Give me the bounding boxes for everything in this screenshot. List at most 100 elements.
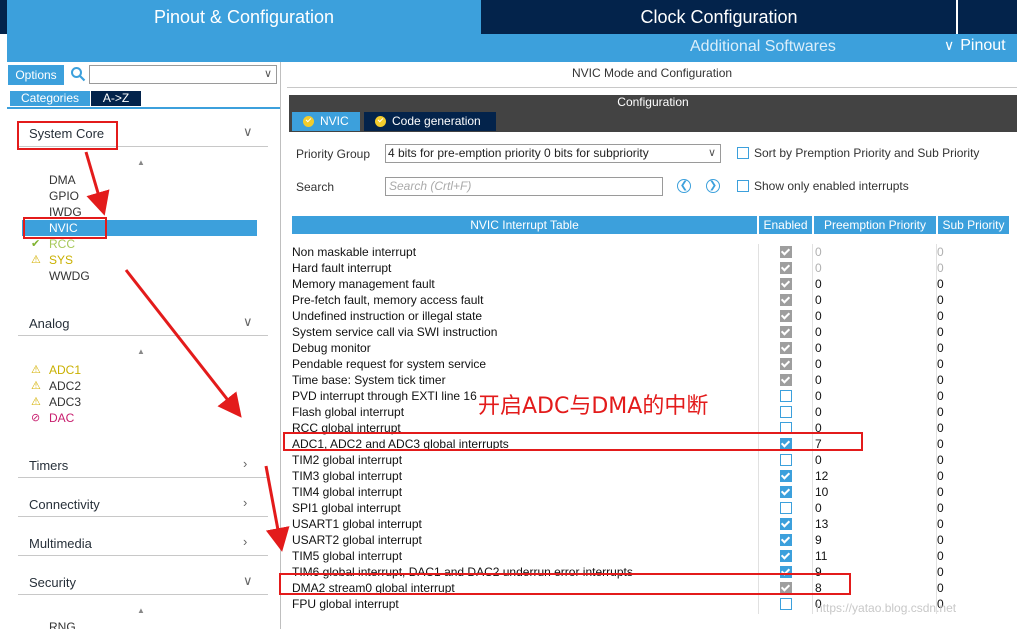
scroll-up-icon[interactable]: ▲ [137, 347, 145, 356]
preemption-priority-cell[interactable]: 0 [815, 405, 822, 419]
chevron-right-icon[interactable]: › [243, 456, 247, 471]
sub-priority-cell[interactable]: 0 [937, 309, 944, 323]
sub-priority-cell[interactable]: 0 [937, 517, 944, 531]
scroll-up-icon[interactable]: ▲ [137, 606, 145, 615]
enabled-checkbox[interactable] [780, 486, 792, 498]
enabled-checkbox[interactable] [780, 598, 792, 610]
enabled-checkbox[interactable] [780, 406, 792, 418]
sidebar-item-rcc[interactable]: RCC [49, 237, 75, 251]
search-icon[interactable] [70, 66, 86, 82]
group-divider [18, 335, 268, 336]
preemption-priority-cell[interactable]: 0 [815, 501, 822, 515]
categories-tab[interactable]: Categories [10, 91, 90, 106]
sidebar-item-adc1[interactable]: ADC1 [49, 363, 81, 377]
enabled-checkbox[interactable] [780, 518, 792, 530]
group-timers[interactable]: Timers [29, 458, 68, 473]
sub-priority-cell[interactable]: 0 [937, 437, 944, 451]
tab-nvic[interactable]: NVIC [292, 112, 360, 131]
search-next-icon[interactable]: ❯ [706, 179, 720, 193]
priority-group-select[interactable]: 4 bits for pre-emption priority 0 bits f… [385, 144, 721, 163]
sort-priority-checkbox[interactable] [737, 147, 749, 159]
sub-priority-cell[interactable]: 0 [937, 261, 944, 275]
sub-priority-cell[interactable]: 0 [937, 341, 944, 355]
additional-softwares-button[interactable]: Additional Softwares [690, 38, 836, 56]
sidebar-item-adc2[interactable]: ADC2 [49, 379, 81, 393]
sub-priority-cell[interactable]: 0 [937, 533, 944, 547]
enabled-checkbox[interactable] [780, 390, 792, 402]
pinout-menu[interactable]: ∨ Pinout [944, 37, 1006, 55]
enabled-checkbox[interactable] [780, 534, 792, 546]
sub-priority-cell[interactable]: 0 [937, 501, 944, 515]
tab-pinout-configuration[interactable]: Pinout & Configuration [7, 0, 481, 34]
preemption-priority-cell[interactable]: 0 [815, 389, 822, 403]
enabled-checkbox[interactable] [780, 550, 792, 562]
show-enabled-checkbox[interactable] [737, 180, 749, 192]
sub-priority-cell[interactable]: 0 [937, 325, 944, 339]
search-previous-icon[interactable]: ❮ [677, 179, 691, 193]
column-header-sub-priority[interactable]: Sub Priority [938, 216, 1009, 234]
preemption-priority-cell[interactable]: 0 [815, 357, 822, 371]
sub-priority-cell[interactable]: 0 [937, 245, 944, 259]
group-connectivity[interactable]: Connectivity [29, 497, 100, 512]
sub-priority-cell[interactable]: 0 [937, 405, 944, 419]
sidebar-item-rng[interactable]: RNG [49, 620, 76, 629]
sub-priority-cell[interactable]: 0 [937, 357, 944, 371]
preemption-priority-cell[interactable]: 0 [815, 293, 822, 307]
preemption-priority-cell[interactable]: 10 [815, 485, 828, 499]
sidebar-item-dac[interactable]: DAC [49, 411, 74, 425]
preemption-priority-cell[interactable]: 0 [815, 261, 822, 275]
filter-combo[interactable]: ∨ [89, 65, 277, 84]
a-to-z-tab[interactable]: A->Z [91, 91, 141, 106]
sub-priority-cell[interactable]: 0 [937, 389, 944, 403]
preemption-priority-cell[interactable]: 13 [815, 517, 828, 531]
preemption-priority-cell[interactable]: 0 [815, 277, 822, 291]
preemption-priority-cell[interactable]: 0 [815, 373, 822, 387]
enabled-checkbox[interactable] [780, 454, 792, 466]
sub-priority-cell[interactable]: 0 [937, 565, 944, 579]
sub-priority-cell[interactable]: 0 [937, 293, 944, 307]
sub-priority-cell[interactable]: 0 [937, 453, 944, 467]
group-multimedia[interactable]: Multimedia [29, 536, 92, 551]
column-header-preemption[interactable]: Preemption Priority [814, 216, 936, 234]
tab-code-generation[interactable]: Code generation [364, 112, 496, 131]
sidebar-item-adc3[interactable]: ADC3 [49, 395, 81, 409]
preemption-priority-cell[interactable]: 11 [815, 549, 827, 563]
enabled-checkbox [780, 326, 792, 338]
scroll-up-icon[interactable]: ▲ [137, 158, 145, 167]
chevron-right-icon[interactable]: › [243, 495, 247, 510]
sidebar-item-sys[interactable]: SYS [49, 253, 73, 267]
sub-priority-cell[interactable]: 0 [937, 469, 944, 483]
search-input[interactable]: Search (Crtl+F) [385, 177, 663, 196]
sub-priority-cell[interactable]: 0 [937, 485, 944, 499]
chevron-down-icon[interactable]: ∨ [243, 124, 253, 140]
sub-priority-cell[interactable]: 0 [937, 277, 944, 291]
sidebar-item-wwdg[interactable]: WWDG [49, 269, 90, 283]
interrupt-name: TIM5 global interrupt [292, 549, 403, 563]
preemption-priority-cell[interactable]: 0 [815, 341, 822, 355]
sub-priority-cell[interactable]: 0 [937, 373, 944, 387]
sidebar-item-gpio[interactable]: GPIO [49, 189, 79, 203]
chevron-down-icon[interactable]: ∨ [243, 314, 253, 330]
preemption-priority-cell[interactable]: 0 [815, 309, 822, 323]
preemption-priority-cell[interactable]: 0 [815, 453, 822, 467]
tab-clock-configuration[interactable]: Clock Configuration [482, 0, 956, 34]
chevron-down-icon[interactable]: ∨ [243, 573, 253, 589]
options-button[interactable]: Options [8, 65, 64, 85]
sub-priority-cell[interactable]: 0 [937, 581, 944, 595]
preemption-priority-cell[interactable]: 9 [815, 533, 822, 547]
check-circle-icon [375, 116, 386, 127]
preemption-priority-cell[interactable]: 0 [815, 245, 822, 259]
group-security[interactable]: Security [29, 575, 76, 590]
column-header-enabled[interactable]: Enabled [759, 216, 812, 234]
enabled-checkbox[interactable] [780, 502, 792, 514]
chevron-right-icon[interactable]: › [243, 534, 247, 549]
column-header-interrupt[interactable]: NVIC Interrupt Table [292, 216, 757, 234]
sidebar-item-dma[interactable]: DMA [49, 173, 76, 187]
interrupt-name: Memory management fault [292, 277, 435, 291]
sub-priority-cell[interactable]: 0 [937, 421, 944, 435]
preemption-priority-cell[interactable]: 12 [815, 469, 828, 483]
enabled-checkbox[interactable] [780, 470, 792, 482]
group-analog[interactable]: Analog [29, 316, 69, 331]
sub-priority-cell[interactable]: 0 [937, 549, 944, 563]
preemption-priority-cell[interactable]: 0 [815, 325, 822, 339]
